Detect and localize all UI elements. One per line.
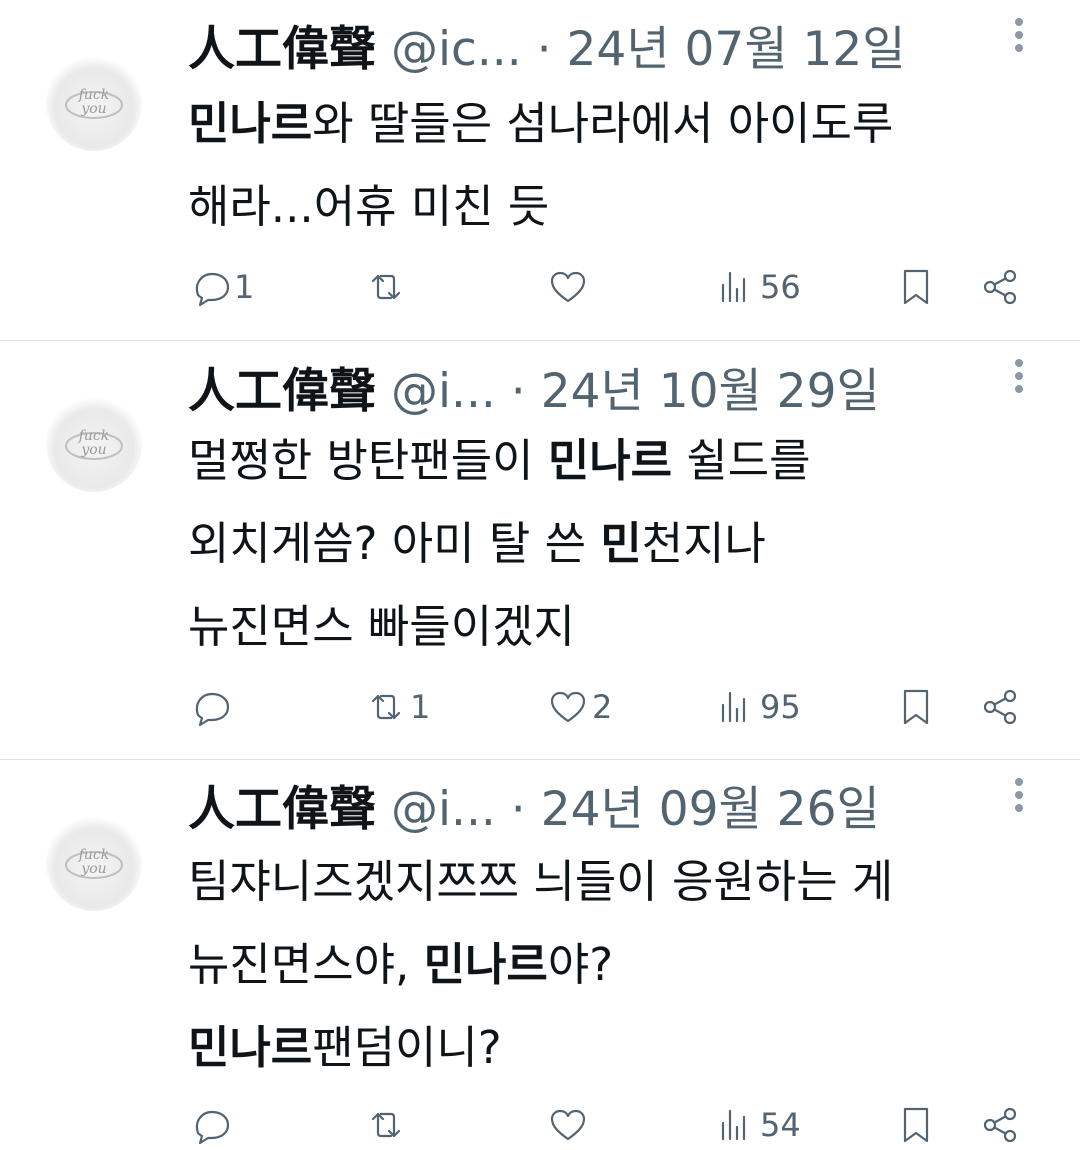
text-segment: 뉴진면스 빠들이겠지 <box>188 600 575 653</box>
views-count: 54 <box>760 1106 801 1144</box>
text-segment: 멀쩡한 방탄팬들이 <box>188 434 548 487</box>
separator-dot: · <box>510 782 526 837</box>
text-segment: 야? <box>547 938 614 991</box>
tweet-header: 人工偉聲 @i... · 24년 09월 26일 <box>188 780 1040 840</box>
tweet-text-line: 해라...어휴 미친 듯 <box>188 165 1050 248</box>
views-icon <box>721 271 746 303</box>
svg-text:you: you <box>80 861 106 877</box>
retweet-button[interactable]: 1 <box>364 682 430 732</box>
separator-dot: · <box>536 22 552 77</box>
retweet-icon <box>371 1112 401 1138</box>
like-icon <box>550 1109 586 1141</box>
share-icon <box>983 1107 1017 1143</box>
share-icon <box>983 269 1017 305</box>
tweet-header: 人工偉聲 @i... · 24년 10월 29일 <box>188 362 1040 422</box>
views-count: 56 <box>760 268 801 306</box>
highlighted-keyword: 민나르 <box>188 97 313 150</box>
like-button[interactable] <box>546 262 592 312</box>
like-icon <box>550 271 586 303</box>
svg-text:you: you <box>80 101 106 117</box>
tweet-text-line: 민나르와 딸들은 섬나라에서 아이도루 <box>188 82 1050 165</box>
bookmark-icon <box>903 1107 929 1143</box>
reply-button[interactable]: 1 <box>188 262 254 312</box>
like-icon <box>550 691 586 723</box>
author-name[interactable]: 人工偉聲 <box>188 22 376 77</box>
views-button[interactable]: 56 <box>714 262 801 312</box>
tweet-2[interactable]: fuck you 人工偉聲 @i... · 24년 10월 29일 멀쩡한 방탄… <box>0 341 1080 759</box>
reply-icon <box>195 272 230 307</box>
retweet-icon <box>371 274 401 300</box>
tweet-header: 人工偉聲 @ic... · 24년 07월 12일 <box>188 20 1040 80</box>
like-button[interactable]: 2 <box>546 682 612 732</box>
likes-count: 2 <box>592 688 613 726</box>
bookmark-icon <box>903 689 929 725</box>
tweet-text: 멀쩡한 방탄팬들이 민나르 쉴드를 외치게씀? 아미 탈 쓴 민천지나 뉴진면스 빠… <box>188 419 1050 668</box>
more-icon[interactable] <box>1008 359 1030 399</box>
more-icon[interactable] <box>1008 18 1030 58</box>
author-name[interactable]: 人工偉聲 <box>188 364 376 419</box>
tweet-3[interactable]: fuck you 人工偉聲 @i... · 24년 09월 26일 팀쟈니즈겠지… <box>0 760 1080 1145</box>
highlighted-keyword: 민 <box>600 517 642 570</box>
tweet-date[interactable]: 24년 09월 26일 <box>541 782 880 837</box>
text-segment: 쉴드를 <box>672 434 811 487</box>
tweet-date[interactable]: 24년 07월 12일 <box>567 22 906 77</box>
text-segment: 팬덤이니? <box>312 1021 502 1074</box>
retweets-count: 1 <box>410 688 431 726</box>
tweet-text-line: 뉴진면스 빠들이겠지 <box>188 585 1050 668</box>
text-segment: 팀쟈니즈겠지쯔쯔 늬들이 응원하는 게 <box>188 855 894 908</box>
text-segment: 뉴진면스야, <box>188 938 424 991</box>
views-count: 95 <box>760 688 801 726</box>
retweet-button[interactable] <box>364 262 410 312</box>
share-button[interactable] <box>978 262 1022 312</box>
avatar[interactable]: fuck you <box>46 55 142 151</box>
highlighted-keyword: 민나르 <box>423 938 548 991</box>
avatar[interactable]: fuck you <box>46 396 142 492</box>
highlighted-keyword: 민나르 <box>188 1021 313 1074</box>
tweet-text-line: 멀쩡한 방탄팬들이 민나르 쉴드를 <box>188 419 1050 502</box>
reply-button[interactable] <box>188 682 234 732</box>
retweet-icon <box>371 694 401 720</box>
more-icon[interactable] <box>1008 778 1030 818</box>
views-button[interactable]: 95 <box>714 682 801 732</box>
text-segment: 외치게씀? 아미 탈 쓴 <box>188 517 601 570</box>
tweet-date[interactable]: 24년 10월 29일 <box>541 364 880 419</box>
author-name[interactable]: 人工偉聲 <box>188 782 376 837</box>
highlighted-keyword: 민나르 <box>547 434 673 487</box>
author-handle[interactable]: @ic... <box>391 22 522 77</box>
text-segment: 천지나 <box>641 517 766 570</box>
action-bar: 1 56 <box>188 262 1040 312</box>
tweet-text: 민나르와 딸들은 섬나라에서 아이도루해라...어휴 미친 듯 <box>188 82 1050 248</box>
author-handle[interactable]: @i... <box>391 364 496 419</box>
share-button[interactable] <box>978 682 1022 732</box>
reply-icon <box>195 1110 230 1145</box>
text-segment: 와 딸들은 섬나라에서 아이도루 <box>312 97 894 150</box>
tweet-text-line: 외치게씀? 아미 탈 쓴 민천지나 <box>188 502 1050 585</box>
tweet-text: 팀쟈니즈겠지쯔쯔 늬들이 응원하는 게 뉴진면스야, 민나르야? 민나르팬덤이니? <box>188 840 1050 1089</box>
separator-dot: · <box>510 364 526 419</box>
views-icon <box>721 1109 746 1141</box>
bookmark-button[interactable] <box>894 262 938 312</box>
bookmark-icon <box>903 269 929 305</box>
reply-icon <box>195 692 230 727</box>
tweet-text-line: 뉴진면스야, 민나르야? <box>188 923 1050 1006</box>
avatar[interactable]: fuck you <box>46 815 142 911</box>
bookmark-button[interactable] <box>894 682 938 732</box>
text-segment: 해라...어휴 미친 듯 <box>188 180 550 233</box>
tweet-1[interactable]: fuck you 人工偉聲 @ic... · 24년 07월 12일 민나르와 … <box>0 0 1080 340</box>
share-icon <box>983 689 1017 725</box>
action-bar: 1 2 95 <box>188 682 1040 732</box>
views-icon <box>721 691 746 723</box>
replies-count: 1 <box>234 268 255 306</box>
svg-text:you: you <box>80 442 106 458</box>
tweet-text-line: 민나르팬덤이니? <box>188 1006 1050 1089</box>
tweet-text-line: 팀쟈니즈겠지쯔쯔 늬들이 응원하는 게 <box>188 840 1050 923</box>
author-handle[interactable]: @i... <box>391 782 496 837</box>
